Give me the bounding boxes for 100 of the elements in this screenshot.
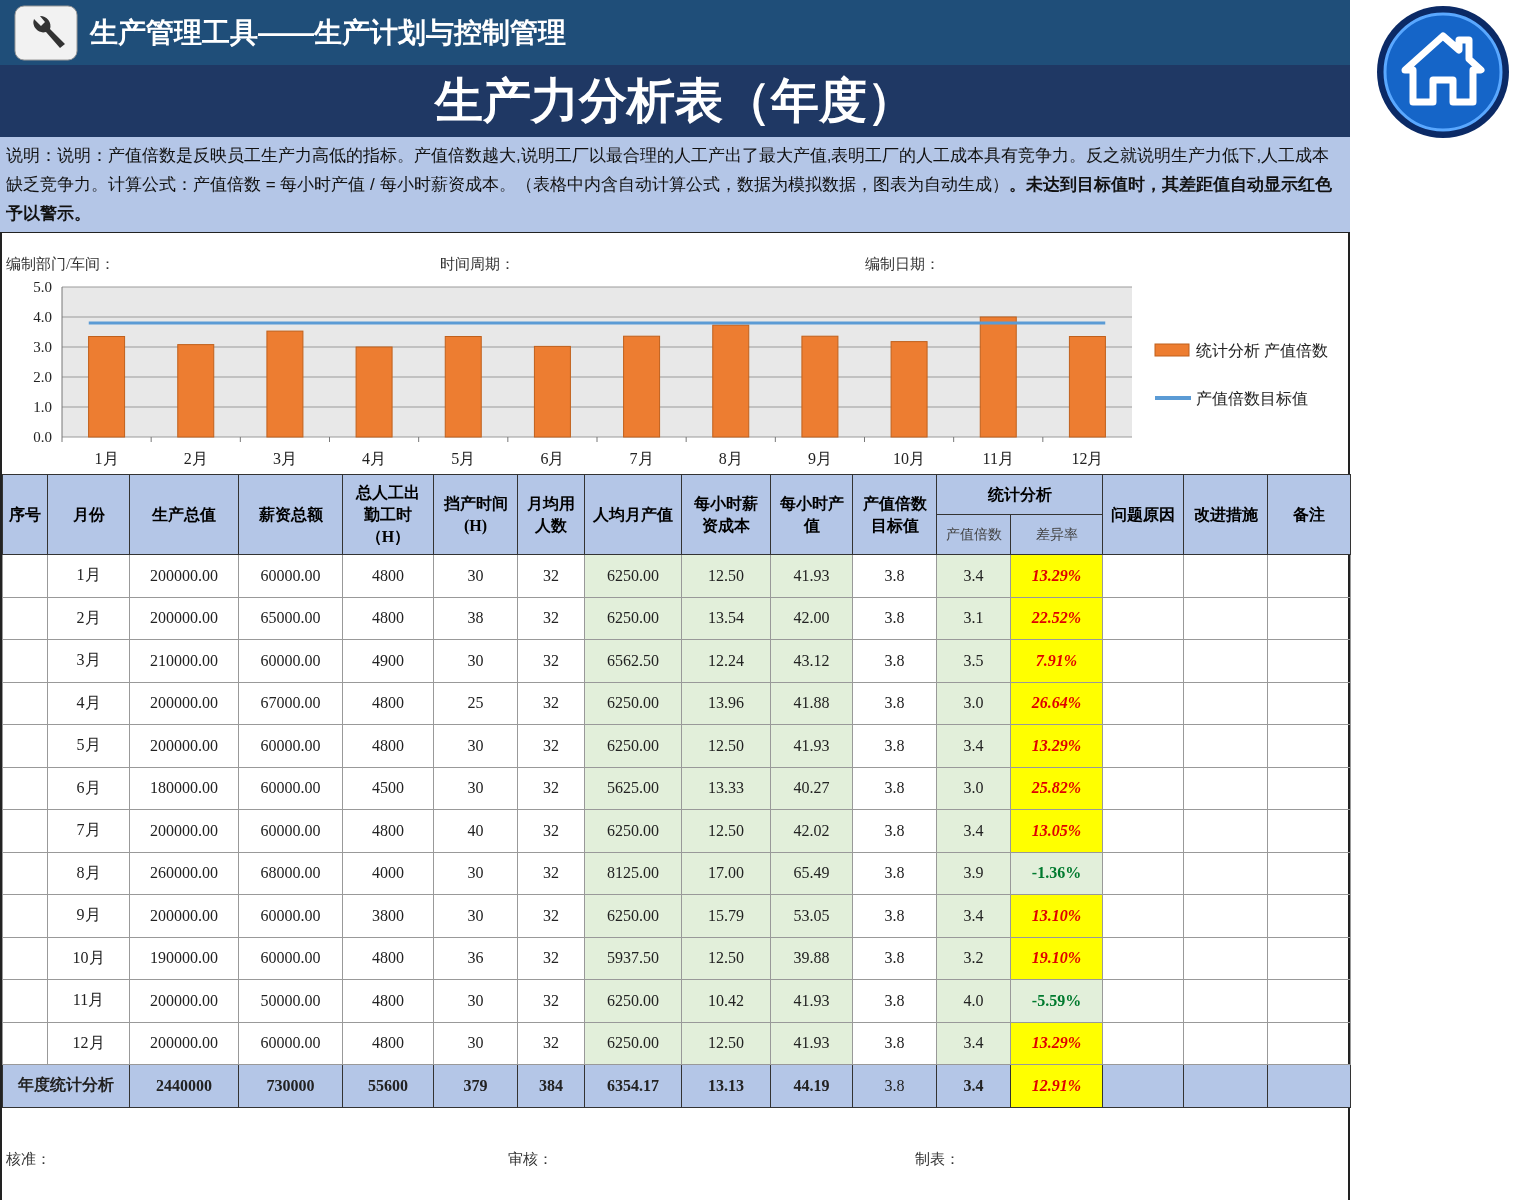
table-cell: 13.54 xyxy=(681,597,771,640)
table-cell: 3.8 xyxy=(852,724,937,767)
variance-cell: 12.91% xyxy=(1010,1064,1103,1107)
variance-cell: 13.29% xyxy=(1010,724,1103,767)
table-cell: 6250.00 xyxy=(584,979,682,1022)
table-cell: 200000.00 xyxy=(129,597,239,640)
column-header: 改进措施 xyxy=(1183,474,1268,555)
table-cell: 32 xyxy=(517,767,585,810)
x-tick-label: 7月 xyxy=(629,450,654,467)
month-cell: 11月 xyxy=(47,979,130,1022)
y-tick-label: 0.0 xyxy=(33,429,52,445)
total-cell: 730000 xyxy=(238,1064,343,1107)
y-tick-label: 1.0 xyxy=(33,399,52,415)
table-cell: 41.93 xyxy=(770,979,853,1022)
y-tick-label: 4.0 xyxy=(33,309,52,325)
variance-cell: 26.64% xyxy=(1010,682,1103,725)
table-cell: 12.50 xyxy=(681,809,771,852)
table-cell: 40.27 xyxy=(770,767,853,810)
field-label: 编制日期： xyxy=(865,255,940,274)
table-cell: 210000.00 xyxy=(129,639,239,682)
x-tick-label: 8月 xyxy=(718,450,743,467)
table-cell: 3.8 xyxy=(852,979,937,1022)
total-cell: 2440000 xyxy=(129,1064,239,1107)
table-cell: 43.12 xyxy=(770,639,853,682)
table-cell: 15.79 xyxy=(681,894,771,937)
table-cell: 200000.00 xyxy=(129,1022,239,1065)
column-header: 人均月产值 xyxy=(584,474,682,555)
month-cell: 6月 xyxy=(47,767,130,810)
table-cell: 60000.00 xyxy=(238,1022,343,1065)
table-cell: 3.8 xyxy=(852,937,937,980)
x-tick-label: 5月 xyxy=(451,450,476,467)
table-cell: 3.9 xyxy=(936,852,1011,895)
y-tick-label: 2.0 xyxy=(33,369,52,385)
table-cell: 4.0 xyxy=(936,979,1011,1022)
table-cell: 3.8 xyxy=(852,597,937,640)
table-cell: 32 xyxy=(517,852,585,895)
column-header: 产值倍数目标值 xyxy=(861,493,928,536)
table-cell: 5937.50 xyxy=(584,937,682,980)
total-cell: 379 xyxy=(433,1064,518,1107)
table-cell: 30 xyxy=(433,639,518,682)
x-tick-label: 1月 xyxy=(94,450,119,467)
legend-label: 产值倍数目标值 xyxy=(1196,390,1308,407)
table-cell: 5625.00 xyxy=(584,767,682,810)
table-cell: 12.24 xyxy=(681,639,771,682)
field-label: 编制部门/车间： xyxy=(6,255,117,274)
table-cell: 60000.00 xyxy=(238,894,343,937)
table-cell: 3.0 xyxy=(936,682,1011,725)
table-cell: 17.00 xyxy=(681,852,771,895)
table-cell: 3.4 xyxy=(936,1022,1011,1065)
table-cell: 6250.00 xyxy=(584,1022,682,1065)
table-cell: 39.88 xyxy=(770,937,853,980)
table-cell: 4800 xyxy=(342,809,434,852)
table-cell: 36 xyxy=(433,937,518,980)
table-cell: 13.96 xyxy=(681,682,771,725)
column-header: 产值倍数 xyxy=(936,514,1011,555)
x-tick-label: 10月 xyxy=(893,450,926,467)
variance-cell: 13.10% xyxy=(1010,894,1103,937)
y-tick-label: 5.0 xyxy=(33,279,52,295)
column-header: 每小时薪资成本 xyxy=(693,493,759,536)
table-cell: 65000.00 xyxy=(238,597,343,640)
app-title: 生产管理工具——生产计划与控制管理 xyxy=(90,15,566,50)
table-cell: 60000.00 xyxy=(238,767,343,810)
table-cell: 4800 xyxy=(342,724,434,767)
table-cell: 3.8 xyxy=(852,682,937,725)
report-title: 生产力分析表（年度） xyxy=(435,71,915,130)
variance-cell: -1.36% xyxy=(1010,852,1103,895)
table-cell: 32 xyxy=(517,1022,585,1065)
table-cell: 30 xyxy=(433,554,518,597)
table-cell: 3.8 xyxy=(852,767,937,810)
table-cell: 12.50 xyxy=(681,1022,771,1065)
table-cell: 32 xyxy=(517,682,585,725)
table-cell: 3.8 xyxy=(852,639,937,682)
table-cell: 3.8 xyxy=(852,809,937,852)
table-cell: 4500 xyxy=(342,767,434,810)
column-header: 问题原因 xyxy=(1102,474,1184,555)
table-cell: 60000.00 xyxy=(238,937,343,980)
x-tick-label: 9月 xyxy=(807,450,832,467)
table-cell: 6250.00 xyxy=(584,894,682,937)
table-cell: 32 xyxy=(517,724,585,767)
column-header: 生产总值 xyxy=(129,474,239,555)
column-header: 总人工出勤工时（H） xyxy=(355,482,421,547)
table-cell: 60000.00 xyxy=(238,639,343,682)
table-cell: 190000.00 xyxy=(129,937,239,980)
table-cell: 12.50 xyxy=(681,554,771,597)
description-text: 说明：说明：产值倍数是反映员工生产力高低的指标。产值倍数越大,说明工厂以最合理的人工产出了最大产值,表明工厂的人工成本具有竞争力。反之就说明生产力低下,人工成本缺乏竞争力。计算公式：产值倍数 = 每小时产值 / 每小时薪资成本。（表格中内含自动计算公式，数据为模拟数据，图表为自动生成）。未达到目标值时，其差距值自动显示红色予以警示。 xyxy=(0,137,1350,232)
table-cell: 3.8 xyxy=(852,852,937,895)
table-cell: 3.8 xyxy=(852,554,937,597)
column-header: 差异率 xyxy=(1010,514,1103,555)
x-tick-label: 6月 xyxy=(540,450,565,467)
total-cell: 55600 xyxy=(342,1064,434,1107)
table-cell: 3.4 xyxy=(936,554,1011,597)
table-cell: 32 xyxy=(517,979,585,1022)
table-cell: 180000.00 xyxy=(129,767,239,810)
month-cell: 7月 xyxy=(47,809,130,852)
total-cell: 3.4 xyxy=(936,1064,1011,1107)
table-cell: 4800 xyxy=(342,682,434,725)
table-cell: 30 xyxy=(433,767,518,810)
table-cell: 8125.00 xyxy=(584,852,682,895)
month-cell: 12月 xyxy=(47,1022,130,1065)
table-cell: 40 xyxy=(433,809,518,852)
